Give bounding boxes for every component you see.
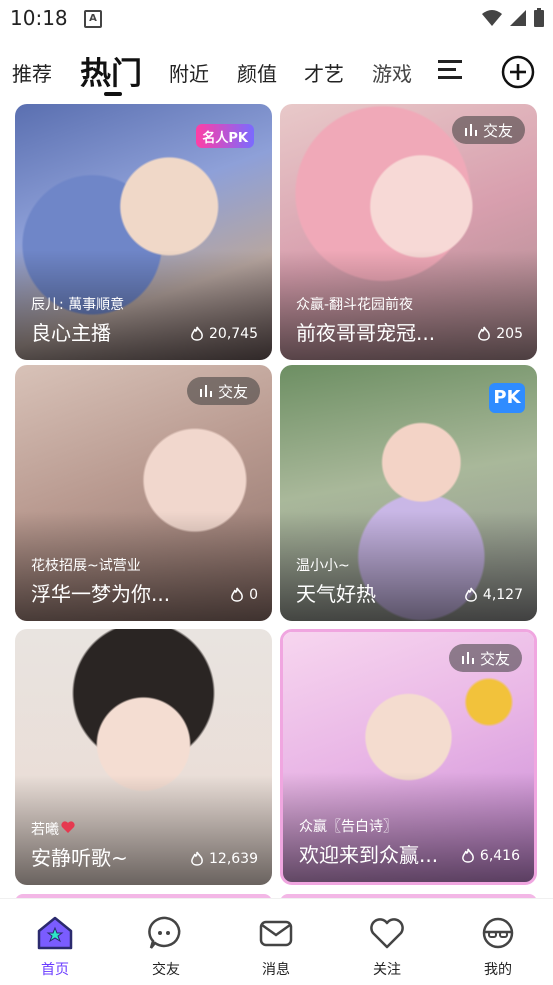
room-title: 前夜哥哥宠冠... bbox=[296, 321, 436, 345]
celebrity-pk-badge: 名人PK bbox=[196, 124, 254, 148]
heart-outline-icon bbox=[370, 918, 404, 949]
room-card[interactable]: 交友 众赢-翻斗花园前夜 前夜哥哥宠冠... 205 bbox=[280, 104, 537, 360]
flame-icon bbox=[231, 587, 243, 602]
tab-nearby[interactable]: 附近 bbox=[169, 58, 209, 87]
wifi-icon bbox=[482, 10, 502, 26]
battery-icon bbox=[534, 8, 544, 27]
nav-me[interactable]: 我的 bbox=[458, 915, 538, 979]
room-card[interactable]: 名人PK 辰儿: 萬事順意 良心主播 20,745 bbox=[15, 104, 272, 360]
popularity-count: 12,639 bbox=[189, 851, 258, 867]
bottom-nav: 首页 交友 消息 关注 我的 bbox=[0, 898, 553, 985]
signal-icon bbox=[510, 10, 526, 26]
popularity-value: 0 bbox=[249, 587, 258, 603]
popularity-count: 4,127 bbox=[463, 587, 523, 603]
social-badge: 交友 bbox=[451, 116, 525, 144]
social-badge-label: 交友 bbox=[217, 382, 248, 401]
audio-bars-icon bbox=[199, 385, 212, 397]
nav-home[interactable]: 首页 bbox=[15, 915, 95, 979]
tab-games[interactable]: 游戏 bbox=[372, 58, 412, 87]
category-tabs: 推荐 热门 附近 颜值 才艺 游戏 bbox=[0, 44, 553, 100]
popularity-value: 6,416 bbox=[479, 848, 520, 864]
room-subtitle: 若曦 bbox=[31, 819, 75, 839]
popularity-value: 4,127 bbox=[482, 587, 523, 603]
status-time: 10:18 bbox=[10, 6, 68, 30]
flame-icon bbox=[191, 851, 203, 866]
room-title: 安静听歌~ bbox=[31, 846, 128, 870]
room-card[interactable]: PK 温小小~ 天气好热 4,127 bbox=[280, 365, 537, 621]
nav-home-label: 首页 bbox=[41, 962, 69, 978]
audio-bars-icon bbox=[461, 652, 474, 664]
nav-social-label: 交友 bbox=[152, 962, 180, 978]
tab-recommend[interactable]: 推荐 bbox=[12, 58, 52, 87]
room-subtitle: 花枝招展~试营业 bbox=[31, 558, 141, 574]
active-tab-indicator bbox=[104, 92, 122, 96]
tab-hot[interactable]: 热门 bbox=[80, 48, 142, 93]
social-badge: 交友 bbox=[186, 377, 260, 405]
tab-looks[interactable]: 颜值 bbox=[237, 58, 277, 87]
nav-social[interactable]: 交友 bbox=[126, 915, 206, 979]
flame-icon bbox=[461, 848, 474, 863]
room-card[interactable]: 交友 花枝招展~试营业 浮华一梦为你... 0 bbox=[15, 365, 272, 621]
social-badge-label: 交友 bbox=[479, 649, 510, 668]
room-card[interactable]: 交友 众赢〖告白诗〗 欢迎来到众赢... 6,416 bbox=[280, 629, 537, 885]
social-badge: 交友 bbox=[448, 644, 522, 672]
room-card[interactable]: 若曦 安静听歌~ 12,639 bbox=[15, 629, 272, 885]
popularity-value: 12,639 bbox=[209, 851, 258, 867]
notification-icon: A bbox=[84, 10, 102, 28]
popularity-count: 20,745 bbox=[189, 326, 258, 342]
popularity-count: 0 bbox=[229, 587, 258, 603]
nav-messages[interactable]: 消息 bbox=[236, 915, 316, 979]
menu-icon[interactable] bbox=[438, 58, 464, 82]
room-subtitle: 众赢〖告白诗〗 bbox=[299, 819, 397, 835]
nav-follow-label: 关注 bbox=[373, 962, 401, 978]
flame-icon bbox=[478, 326, 491, 341]
social-badge-label: 交友 bbox=[482, 121, 513, 140]
tab-talent[interactable]: 才艺 bbox=[304, 58, 344, 87]
popularity-value: 205 bbox=[496, 326, 523, 342]
audio-bars-icon bbox=[464, 124, 477, 136]
status-icons bbox=[481, 8, 545, 28]
room-subtitle-text: 若曦 bbox=[31, 822, 59, 838]
envelope-icon bbox=[259, 920, 293, 947]
add-icon[interactable] bbox=[501, 55, 535, 89]
popularity-count: 6,416 bbox=[460, 848, 520, 864]
popularity-count: 205 bbox=[476, 326, 523, 342]
status-bar: 10:18 A bbox=[0, 0, 553, 36]
nav-messages-label: 消息 bbox=[262, 962, 290, 978]
popularity-value: 20,745 bbox=[209, 326, 258, 342]
room-subtitle: 温小小~ bbox=[296, 558, 350, 574]
home-icon bbox=[37, 916, 73, 950]
room-subtitle: 众赢-翻斗花园前夜 bbox=[296, 297, 414, 313]
room-title: 欢迎来到众赢... bbox=[299, 843, 439, 867]
chat-bubble-icon bbox=[148, 916, 181, 949]
nav-follow[interactable]: 关注 bbox=[347, 915, 427, 979]
room-title: 天气好热 bbox=[296, 582, 376, 606]
pk-badge: PK bbox=[489, 383, 525, 413]
nav-me-label: 我的 bbox=[484, 962, 512, 978]
heart-icon bbox=[61, 821, 75, 833]
profile-glasses-icon bbox=[482, 917, 514, 949]
flame-icon bbox=[191, 326, 203, 341]
room-subtitle: 辰儿: 萬事順意 bbox=[31, 297, 125, 313]
room-title: 浮华一梦为你... bbox=[31, 582, 171, 606]
flame-icon bbox=[464, 587, 477, 602]
room-title: 良心主播 bbox=[31, 321, 111, 345]
